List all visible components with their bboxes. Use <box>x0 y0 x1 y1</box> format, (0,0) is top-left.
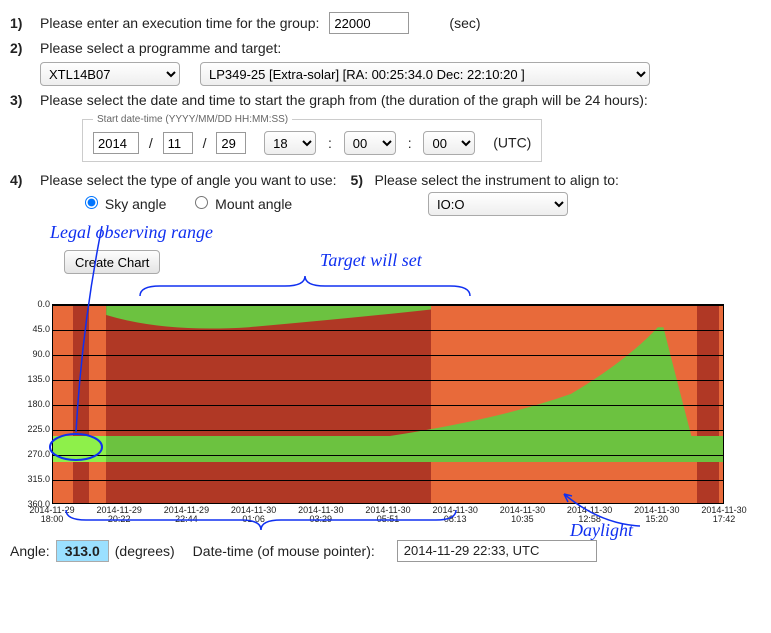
start-datetime-legend: Start date-time (YYYY/MM/DD HH:MM:SS) <box>93 114 292 125</box>
step2-num: 2) <box>10 40 40 56</box>
y-tick: 180.0 <box>20 399 50 409</box>
step4-label: Please select the type of angle you want… <box>40 172 337 188</box>
datetime-readout: 2014-11-29 22:33, UTC <box>397 540 597 562</box>
y-tick: 270.0 <box>20 449 50 459</box>
angle-label: Angle: <box>10 543 50 559</box>
x-tick: 2014-11-2918:00 <box>22 506 82 525</box>
mount-angle-text: Mount angle <box>215 196 292 212</box>
day-input[interactable] <box>216 132 246 154</box>
x-tick: 2014-11-3017:42 <box>694 506 754 525</box>
step4-num: 4) <box>10 172 40 188</box>
x-tick: 2014-11-3015:20 <box>627 506 687 525</box>
date-sep-1: / <box>143 135 159 151</box>
step1-label: Please enter an execution time for the g… <box>40 15 319 31</box>
tz-label: (UTC) <box>493 135 531 151</box>
x-tick: 2014-11-2920:22 <box>89 506 149 525</box>
create-chart-button[interactable]: Create Chart <box>64 250 160 274</box>
date-sep-2: / <box>197 135 213 151</box>
exec-time-input[interactable] <box>329 12 409 34</box>
step2-label: Please select a programme and target: <box>40 40 281 56</box>
chart-wrap: 0.045.090.0135.0180.0225.0270.0315.0360.… <box>20 304 760 526</box>
step1-unit: (sec) <box>449 15 480 31</box>
degrees-label: (degrees) <box>115 543 175 559</box>
y-axis-ticks: 0.045.090.0135.0180.0225.0270.0315.0360.… <box>20 304 52 504</box>
time-sep-1: : <box>320 135 340 151</box>
angle-readout: 313.0 <box>56 540 109 562</box>
step5-label: Please select the instrument to align to… <box>375 172 619 188</box>
y-tick: 315.0 <box>20 474 50 484</box>
x-axis-ticks: 2014-11-2918:002014-11-2920:222014-11-29… <box>52 504 752 526</box>
sky-angle-text: Sky angle <box>105 196 166 212</box>
y-tick: 0.0 <box>20 299 50 309</box>
second-select[interactable]: 00 <box>423 131 475 155</box>
step3-label: Please select the date and time to start… <box>40 92 648 108</box>
y-tick: 225.0 <box>20 424 50 434</box>
month-input[interactable] <box>163 132 193 154</box>
programme-select[interactable]: XTL14B07 <box>40 62 180 86</box>
year-input[interactable] <box>93 132 139 154</box>
y-tick: 45.0 <box>20 324 50 334</box>
x-tick: 2014-11-3001:06 <box>224 506 284 525</box>
x-tick: 2014-11-3012:58 <box>560 506 620 525</box>
step5-num: 5) <box>351 172 375 188</box>
target-select[interactable]: LP349-25 [Extra-solar] [RA: 00:25:34.0 D… <box>200 62 650 86</box>
annotation-legal-range: Legal observing range <box>50 222 213 243</box>
x-tick: 2014-11-3005:51 <box>358 506 418 525</box>
start-datetime-fieldset: Start date-time (YYYY/MM/DD HH:MM:SS) / … <box>82 114 542 162</box>
x-tick: 2014-11-2922:44 <box>156 506 216 525</box>
chart-plot-area[interactable] <box>52 304 724 504</box>
x-tick: 2014-11-3010:35 <box>492 506 552 525</box>
y-tick: 135.0 <box>20 374 50 384</box>
step3-num: 3) <box>10 92 40 108</box>
step1-num: 1) <box>10 15 40 31</box>
instrument-select[interactable]: IO:O <box>428 192 568 216</box>
sky-angle-radio-label[interactable]: Sky angle <box>80 196 170 212</box>
minute-select[interactable]: 00 <box>344 131 396 155</box>
datetime-label: Date-time (of mouse pointer): <box>193 543 375 559</box>
x-tick: 2014-11-3008:13 <box>425 506 485 525</box>
time-sep-2: : <box>400 135 420 151</box>
x-tick: 2014-11-3003:29 <box>291 506 351 525</box>
mount-angle-radio-label[interactable]: Mount angle <box>190 196 296 212</box>
sky-angle-radio[interactable] <box>85 196 98 209</box>
mount-angle-radio[interactable] <box>195 196 208 209</box>
hour-select[interactable]: 18 <box>264 131 316 155</box>
y-tick: 90.0 <box>20 349 50 359</box>
annotation-target-set: Target will set <box>320 250 422 271</box>
